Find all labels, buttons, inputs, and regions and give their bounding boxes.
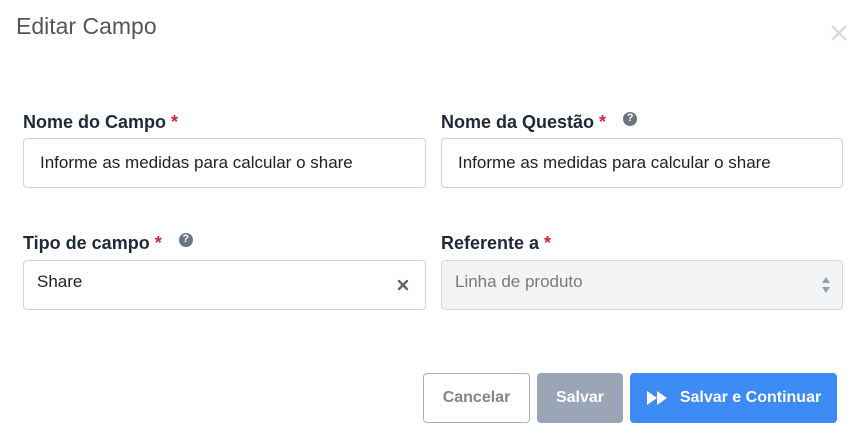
modal-title: Editar Campo (16, 13, 157, 39)
nome-questao-value: Informe as medidas para calcular o share (458, 153, 771, 172)
referente-a-label: Referente a * (441, 233, 551, 254)
referente-a-select: Linha de produto (441, 260, 843, 310)
cancel-button-label: Cancelar (442, 389, 511, 406)
required-mark: * (599, 112, 607, 132)
nome-campo-value: Informe as medidas para calcular o share (40, 153, 353, 172)
tipo-campo-value: Share (37, 272, 83, 291)
required-mark: * (154, 233, 162, 253)
nome-questao-label: Nome da Questão * ? (441, 111, 638, 133)
referente-a-placeholder: Linha de produto (455, 272, 583, 291)
nome-questao-label-text: Nome da Questão (441, 112, 595, 132)
clear-selection-icon[interactable] (397, 279, 409, 291)
help-icon[interactable]: ? (178, 232, 193, 247)
fast-forward-icon (646, 391, 667, 405)
tipo-campo-select[interactable]: Share (23, 260, 426, 310)
nome-campo-label-text: Nome do Campo (23, 112, 167, 132)
nome-questao-input[interactable]: Informe as medidas para calcular o share (441, 138, 843, 188)
nome-campo-input[interactable]: Informe as medidas para calcular o share (23, 138, 426, 188)
sort-arrows-icon (822, 277, 830, 293)
cancel-button[interactable]: Cancelar (423, 373, 530, 423)
tipo-campo-label-text: Tipo de campo (23, 233, 150, 253)
save-continue-button-label: Salvar e Continuar (679, 389, 822, 406)
nome-campo-label: Nome do Campo * (23, 112, 178, 133)
referente-a-label-text: Referente a (441, 233, 540, 253)
save-button[interactable]: Salvar (537, 373, 623, 423)
save-button-label: Salvar (555, 389, 605, 406)
close-icon[interactable] (828, 22, 850, 44)
help-icon[interactable]: ? (623, 111, 638, 126)
required-mark: * (171, 112, 179, 132)
save-continue-button[interactable]: Salvar e Continuar (630, 373, 837, 423)
tipo-campo-label: Tipo de campo * ? (23, 232, 193, 254)
required-mark: * (544, 233, 552, 253)
